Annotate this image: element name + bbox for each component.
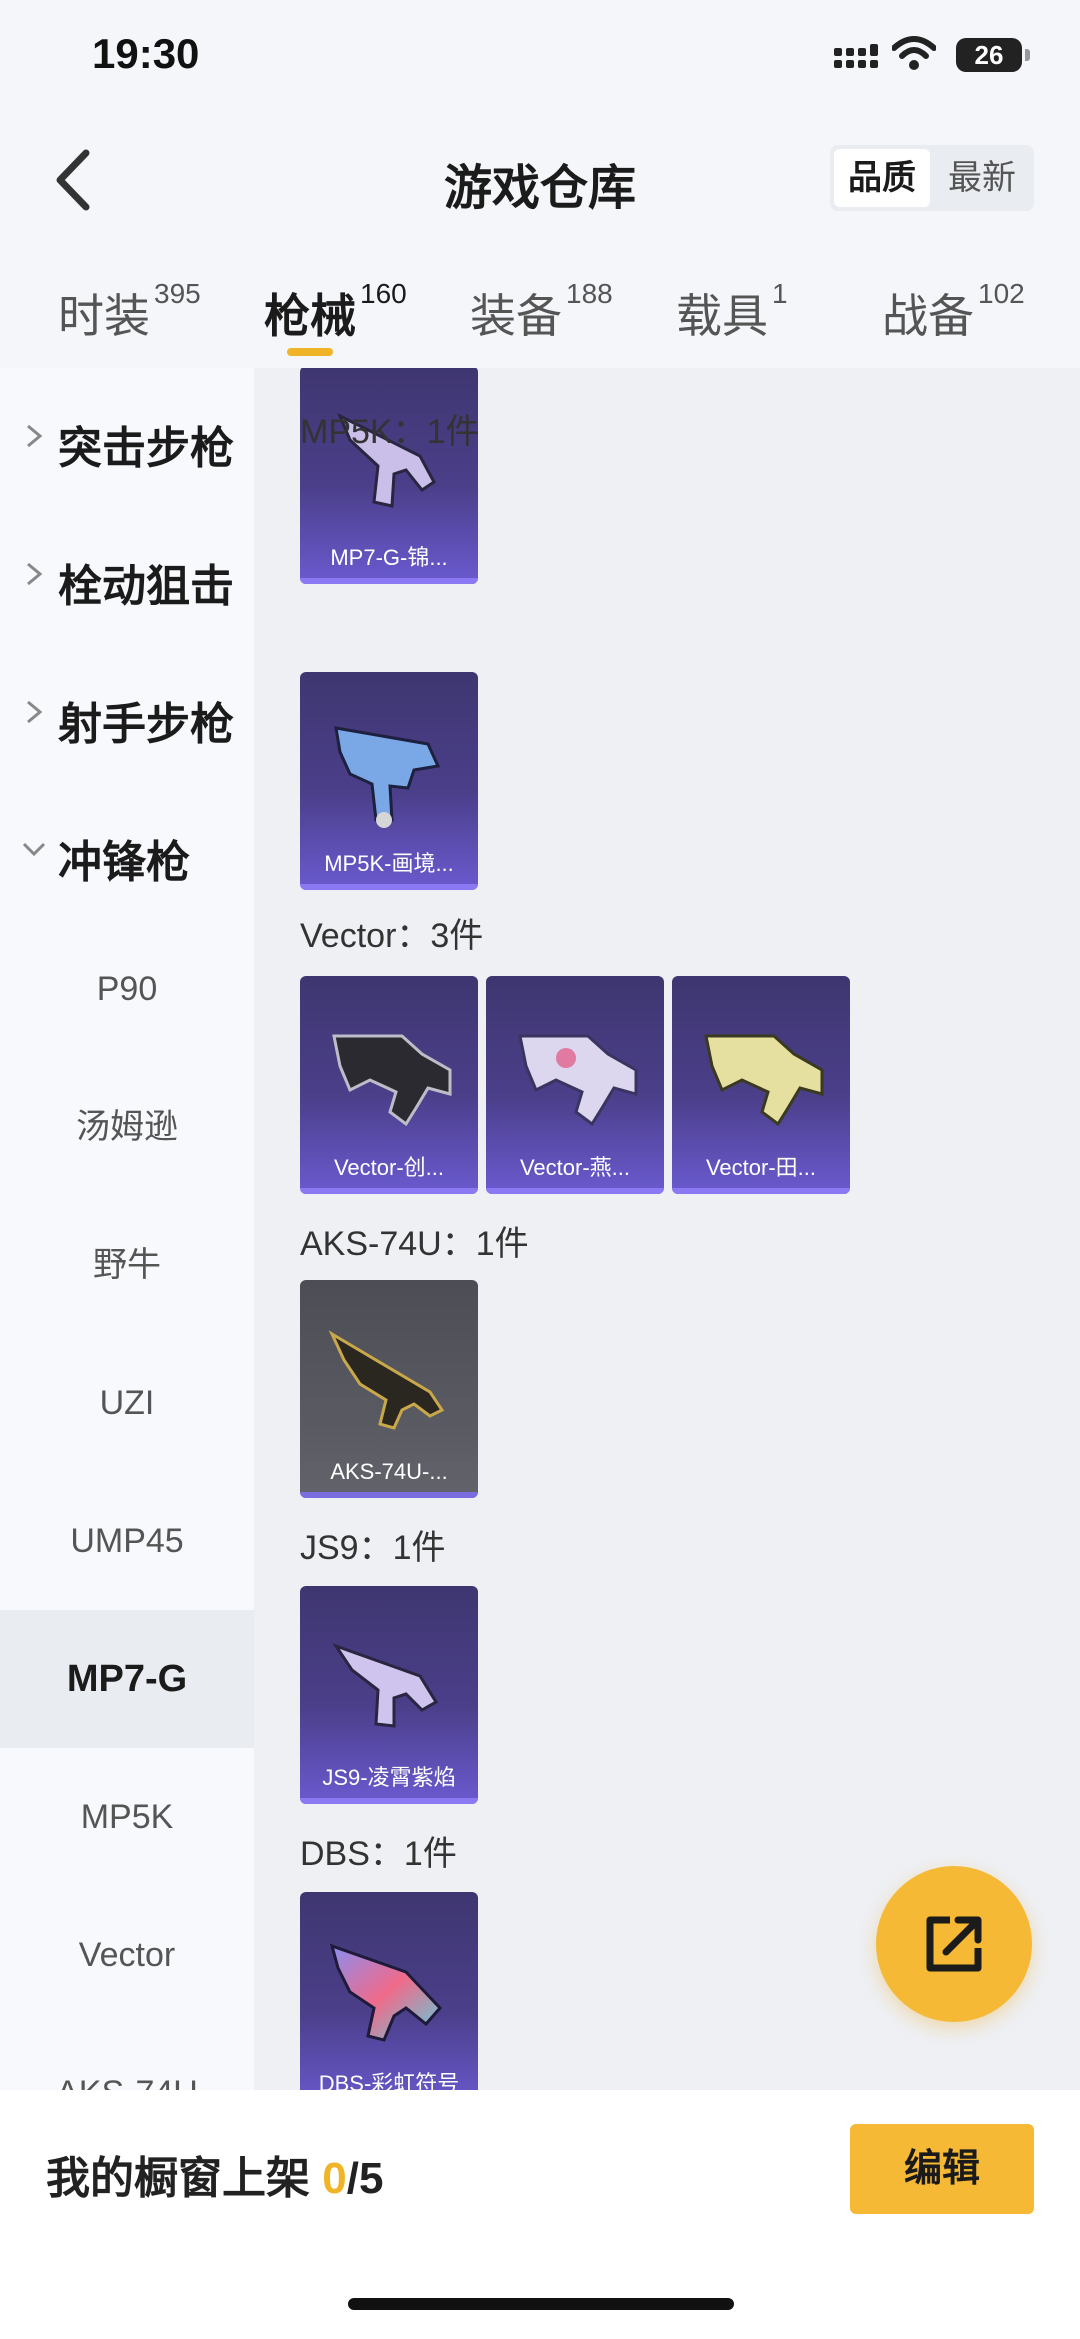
tab-vehicles[interactable]: 载具 1 bbox=[676, 278, 788, 346]
tab-label: 时装 bbox=[58, 290, 150, 342]
gun-image bbox=[518, 1034, 638, 1127]
sidebar-category-assault-rifle[interactable]: 突击步枪 bbox=[0, 368, 254, 506]
rarity-bar bbox=[300, 1798, 478, 1804]
chevron-right-icon bbox=[27, 424, 43, 448]
sidebar-item-thompson[interactable]: 汤姆逊 bbox=[0, 1058, 254, 1196]
item-card[interactable]: MP5K-画境... bbox=[300, 672, 478, 890]
tab-count: 188 bbox=[566, 278, 613, 309]
sidebar-category-label: 栓动狙击 bbox=[58, 562, 234, 611]
edit-button[interactable]: 编辑 bbox=[850, 2124, 1034, 2214]
sidebar-category-label: 突击步枪 bbox=[58, 424, 234, 473]
category-sidebar: 突击步枪 栓动狙击 射手步枪 冲锋枪 P90 汤姆逊 野牛 UZI UMP45 … bbox=[0, 368, 254, 2090]
sidebar-item-vector[interactable]: Vector bbox=[0, 1886, 254, 2024]
sidebar-category-label: 冲锋枪 bbox=[58, 838, 190, 887]
sidebar-item-mp7g[interactable]: MP7-G bbox=[0, 1610, 254, 1748]
sidebar-item-ump45[interactable]: UMP45 bbox=[0, 1472, 254, 1610]
gun-image bbox=[332, 1034, 452, 1127]
item-card[interactable]: Vector-燕... bbox=[486, 976, 664, 1194]
item-card-name: DBS-彩虹符号 bbox=[318, 2071, 460, 2090]
showcase-bar: 我的橱窗上架 0/5 编辑 bbox=[0, 2090, 1080, 2339]
rarity-bar bbox=[300, 578, 478, 584]
tab-equipment[interactable]: 装备 188 bbox=[470, 278, 613, 346]
share-icon bbox=[926, 1916, 982, 1972]
item-card-name: JS9-凌霄紫焰 bbox=[322, 1765, 456, 1790]
item-card[interactable]: AKS-74U-... bbox=[300, 1280, 478, 1498]
gun-image bbox=[334, 726, 441, 828]
tab-count: 395 bbox=[154, 278, 201, 309]
sidebar-category-marksman-rifle[interactable]: 射手步枪 bbox=[0, 644, 254, 782]
sort-toggle: 品质 最新 bbox=[830, 145, 1034, 211]
showcase-label: 我的橱窗上架 0/5 bbox=[46, 2142, 383, 2206]
home-indicator bbox=[348, 2298, 734, 2310]
sidebar-item-aks74u[interactable]: AKS-74U bbox=[0, 2024, 254, 2090]
item-card-name: MP5K-画境... bbox=[324, 851, 454, 876]
sort-newest-button[interactable]: 最新 bbox=[934, 149, 1030, 207]
chevron-down-icon bbox=[22, 842, 46, 857]
status-bar: 19:30 26 bbox=[0, 0, 1080, 120]
tab-count: 160 bbox=[360, 278, 407, 309]
section-label: DBS：1件 bbox=[300, 1835, 457, 1873]
tab-label: 枪械 bbox=[264, 290, 356, 342]
item-card-name: Vector-燕... bbox=[519, 1155, 631, 1180]
sidebar-item-bison[interactable]: 野牛 bbox=[0, 1196, 254, 1334]
section-label: JS9：1件 bbox=[300, 1529, 446, 1567]
sidebar-category-smg[interactable]: 冲锋枪 bbox=[0, 782, 254, 920]
item-card[interactable]: MP7-G-锦... bbox=[300, 368, 478, 584]
sidebar-category-label: 射手步枪 bbox=[58, 700, 234, 749]
tab-count: 1 bbox=[772, 278, 788, 309]
showcase-text: 我的橱窗上架 bbox=[46, 2154, 323, 2203]
sidebar-category-bolt-sniper[interactable]: 栓动狙击 bbox=[0, 506, 254, 644]
active-tab-indicator bbox=[287, 348, 333, 356]
tab-count: 102 bbox=[978, 278, 1025, 309]
tab-label: 载具 bbox=[676, 290, 768, 342]
sidebar-item-mp5k[interactable]: MP5K bbox=[0, 1748, 254, 1886]
section-label: Vector：3件 bbox=[300, 917, 484, 955]
chevron-right-icon bbox=[27, 700, 43, 724]
item-grid: MP7-G-锦... MP5K：1件 MP5K-画境... Vector：3件 … bbox=[254, 368, 1080, 2090]
gun-image bbox=[332, 1643, 439, 1728]
battery-icon: 26 bbox=[956, 38, 1030, 72]
sidebar-item-p90[interactable]: P90 bbox=[0, 920, 254, 1058]
item-card-name: Vector-田... bbox=[705, 1155, 817, 1180]
showcase-count: 0 bbox=[322, 2154, 347, 2203]
rarity-bar bbox=[672, 1188, 850, 1194]
wifi-icon bbox=[892, 36, 936, 70]
section-label: MP5K：1件 bbox=[300, 413, 480, 451]
gun-image bbox=[328, 1330, 445, 1430]
rarity-bar bbox=[300, 884, 478, 890]
gun-image bbox=[704, 1034, 824, 1127]
sidebar-item-uzi[interactable]: UZI bbox=[0, 1334, 254, 1472]
item-card[interactable]: DBS-彩虹符号 bbox=[300, 1892, 478, 2090]
tab-fashion[interactable]: 时装 395 bbox=[58, 278, 201, 346]
item-card-name: MP7-G-锦... bbox=[330, 545, 448, 570]
item-card[interactable]: Vector-田... bbox=[672, 976, 850, 1194]
sort-quality-button[interactable]: 品质 bbox=[834, 149, 930, 207]
share-button[interactable] bbox=[876, 1866, 1032, 2022]
rarity-bar bbox=[486, 1188, 664, 1194]
rarity-bar bbox=[300, 1188, 478, 1194]
item-card[interactable]: JS9-凌霄紫焰 bbox=[300, 1586, 478, 1804]
status-time: 19:30 bbox=[92, 30, 200, 77]
item-card-name: AKS-74U-... bbox=[330, 1459, 448, 1484]
chevron-right-icon bbox=[27, 562, 43, 586]
item-card-name: Vector-创... bbox=[333, 1155, 445, 1180]
rarity-bar bbox=[300, 1492, 478, 1498]
gun-image bbox=[329, 1943, 443, 2042]
item-card[interactable]: Vector-创... bbox=[300, 976, 478, 1194]
tab-firearms[interactable]: 枪械 160 bbox=[264, 278, 407, 346]
showcase-total: /5 bbox=[346, 2154, 384, 2203]
section-label: AKS-74U：1件 bbox=[300, 1225, 529, 1263]
tab-label: 战备 bbox=[882, 290, 974, 342]
tab-label: 装备 bbox=[470, 290, 562, 342]
signal-icon bbox=[834, 44, 878, 68]
tab-supplies[interactable]: 战备 102 bbox=[882, 278, 1025, 346]
